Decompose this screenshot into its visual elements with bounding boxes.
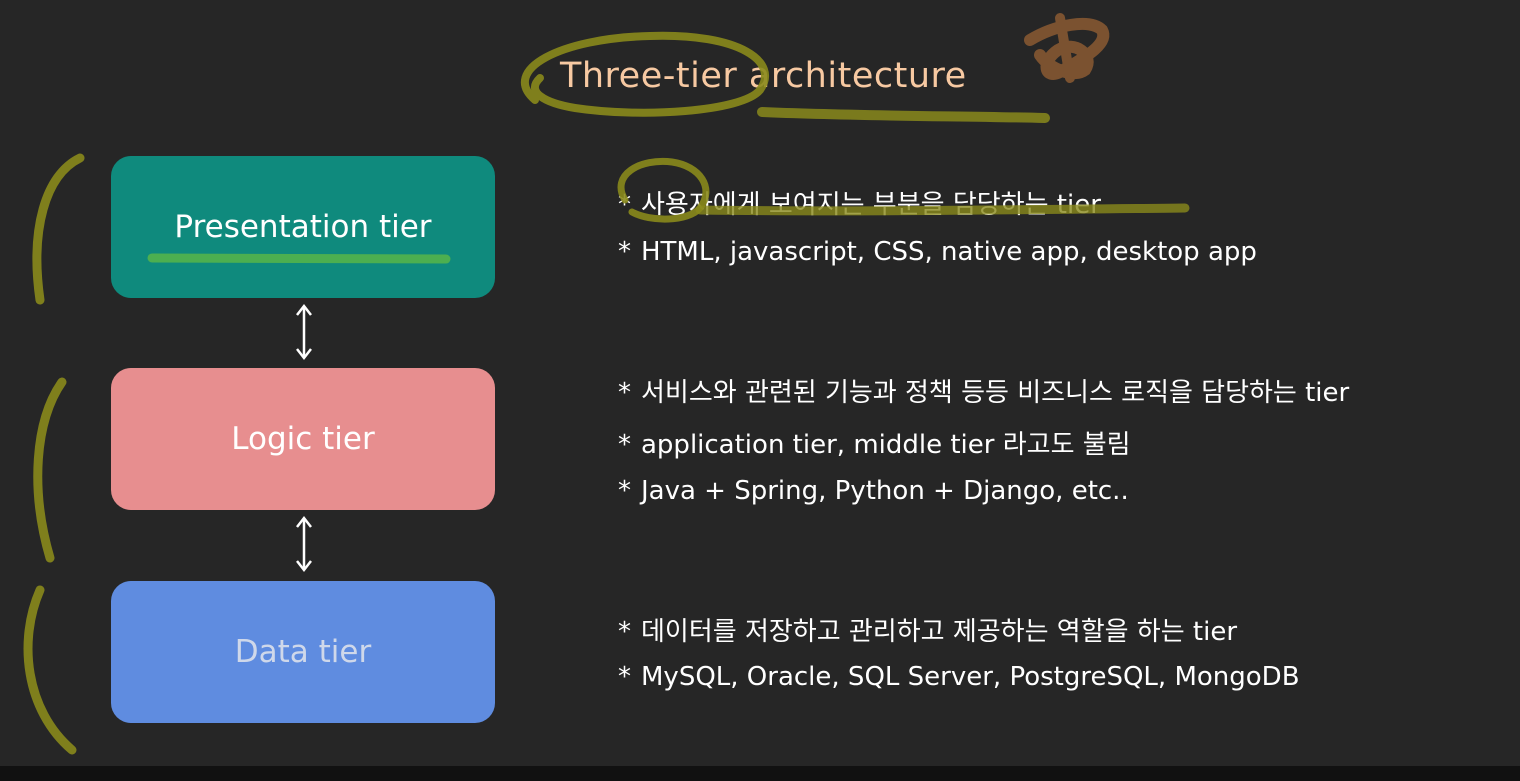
double-arrow-icon [296, 303, 312, 361]
presentation-bullet: * HTML, javascript, CSS, native app, desk… [618, 237, 1257, 267]
data-tier-label: Data tier [234, 634, 372, 670]
bullet-marker: * [618, 237, 631, 267]
bullet-text: MySQL, Oracle, SQL Server, PostgreSQL, M… [641, 662, 1300, 692]
slide: Three-tier architecture Presentation tie… [0, 0, 1520, 766]
presentation-tier-box: Presentation tier [111, 156, 495, 298]
data-bullet: * MySQL, Oracle, SQL Server, PostgreSQL, … [618, 662, 1300, 692]
bullet-text: HTML, javascript, CSS, native app, deskt… [641, 237, 1257, 267]
data-tier-box: Data tier [111, 581, 495, 723]
bullet-text: 사용자에게 보여지는 부분을 담당하는 tier [641, 190, 1101, 220]
logic-tier-label: Logic tier [231, 421, 375, 457]
bullet-marker: * [618, 617, 631, 647]
bullet-marker: * [618, 378, 631, 408]
double-arrow-icon [296, 515, 312, 573]
slide-title: Three-tier architecture [560, 56, 967, 96]
bullet-text: 데이터를 저장하고 관리하고 제공하는 역할을 하는 tier [641, 617, 1238, 647]
logic-bullet: * application tier, middle tier 라고도 불림 [618, 424, 1131, 461]
bottom-strip [0, 766, 1520, 781]
presentation-bullet: * 사용자에게 보여지는 부분을 담당하는 tier [618, 184, 1101, 221]
bullet-text: 서비스와 관련된 기능과 정책 등등 비즈니스 로직을 담당하는 tier [641, 378, 1350, 408]
bullet-text: Java + Spring, Python + Django, etc.. [641, 476, 1129, 506]
logic-bullet: * Java + Spring, Python + Django, etc.. [618, 476, 1129, 506]
bullet-marker: * [618, 190, 631, 220]
logic-bullet: * 서비스와 관련된 기능과 정책 등등 비즈니스 로직을 담당하는 tier [618, 372, 1349, 409]
bullet-marker: * [618, 476, 631, 506]
bullet-text: application tier, middle tier 라고도 불림 [641, 430, 1131, 460]
logic-tier-box: Logic tier [111, 368, 495, 510]
data-bullet: * 데이터를 저장하고 관리하고 제공하는 역할을 하는 tier [618, 611, 1237, 648]
presentation-tier-label: Presentation tier [174, 209, 432, 245]
bullet-marker: * [618, 662, 631, 692]
bullet-marker: * [618, 430, 631, 460]
